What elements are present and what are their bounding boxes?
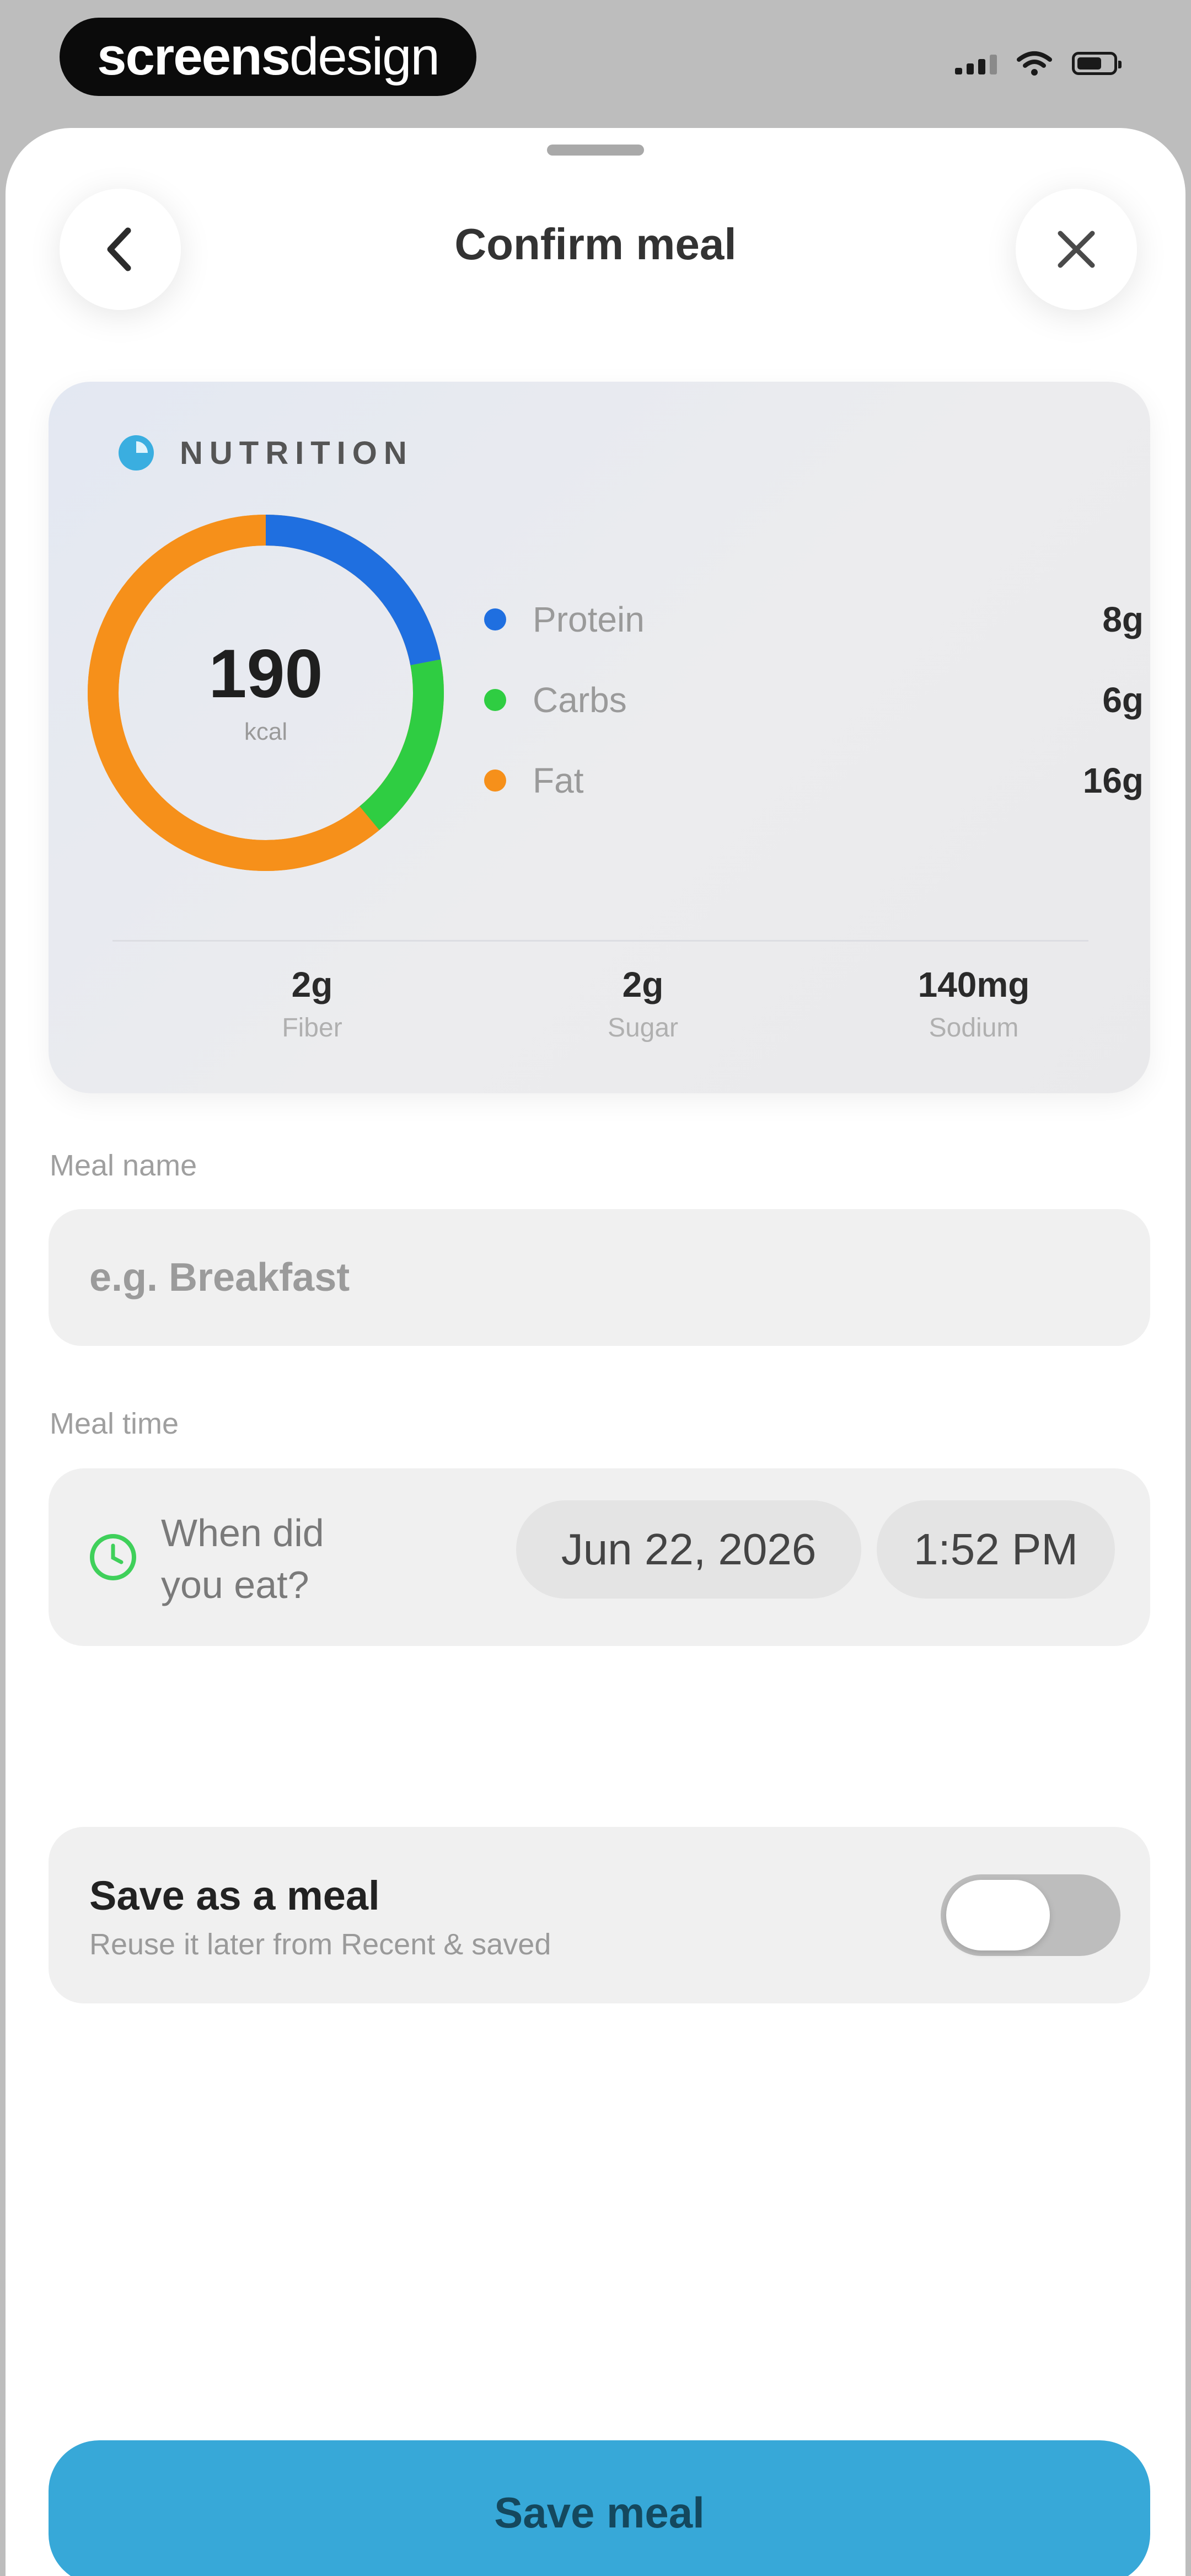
signal-icon [955, 52, 997, 74]
save-meal-button[interactable]: Save meal [49, 2440, 1150, 2576]
micro-label: Fiber [282, 1013, 342, 1043]
macro-label: Fat [533, 761, 584, 800]
macro-label: Carbs [533, 680, 627, 720]
date-picker-chip[interactable]: Jun 22, 2026 [516, 1500, 861, 1599]
brand-text-bold: screens [97, 27, 291, 86]
status-icons [955, 51, 1122, 76]
meal-time-card: When did you eat? Jun 22, 2026 1:52 PM [49, 1468, 1150, 1646]
calorie-value: 190 [208, 636, 323, 712]
meal-name-input[interactable] [49, 1209, 1150, 1346]
micro-label: Sugar [607, 1013, 679, 1043]
micro-fiber: 2g Fiber [174, 965, 450, 1043]
fat-dot-icon [484, 769, 506, 792]
calorie-ring: 190 kcal [84, 511, 448, 875]
macro-value: 16g [1082, 761, 1144, 800]
meal-name-label: Meal name [50, 1149, 197, 1182]
micro-sugar: 2g Sugar [505, 965, 781, 1043]
wifi-icon [1017, 51, 1052, 76]
macro-list: Protein 8g Carbs 6g Fat 16g [484, 579, 1144, 821]
macro-value: 8g [1102, 600, 1144, 639]
carbs-dot-icon [484, 689, 506, 711]
page-title: Confirm meal [454, 220, 737, 269]
meal-time-label: Meal time [50, 1407, 179, 1440]
protein-dot-icon [484, 608, 506, 630]
save-as-meal-subtitle: Reuse it later from Recent & saved [89, 1928, 551, 1961]
confirm-meal-sheet: Confirm meal NUTRITION 190 kcal Protein … [6, 128, 1185, 2576]
toggle-knob [946, 1880, 1050, 1950]
nutrition-card: NUTRITION 190 kcal Protein 8g Carbs 6g F… [49, 382, 1150, 1093]
meal-time-prompt: When did you eat? [161, 1511, 324, 1606]
micro-value: 2g [622, 965, 664, 1004]
save-as-meal-toggle[interactable] [941, 1874, 1120, 1956]
card-divider [112, 940, 1088, 942]
macro-label: Protein [533, 600, 645, 639]
status-bar: screensdesign [0, 0, 1191, 121]
sheet-grabber[interactable] [547, 145, 644, 156]
macro-row-fat: Fat 16g [484, 740, 1144, 821]
close-icon [1058, 231, 1095, 268]
micro-label: Sodium [929, 1013, 1019, 1043]
time-picker-chip[interactable]: 1:52 PM [877, 1500, 1115, 1599]
nutrition-section-label: NUTRITION [180, 435, 414, 471]
brand-text-light: design [289, 27, 440, 86]
save-as-meal-card: Save as a meal Reuse it later from Recen… [49, 1827, 1150, 2003]
nutrition-icon [119, 435, 154, 471]
close-button[interactable] [1016, 189, 1137, 310]
macro-row-carbs: Carbs 6g [484, 660, 1144, 740]
micro-value: 140mg [918, 965, 1030, 1004]
macro-row-protein: Protein 8g [484, 579, 1144, 660]
micro-sodium: 140mg Sodium [836, 965, 1112, 1043]
clock-icon [88, 1532, 138, 1582]
nutrition-header: NUTRITION [117, 434, 414, 472]
calorie-unit: kcal [244, 718, 288, 745]
save-as-meal-title: Save as a meal [89, 1873, 380, 1918]
micro-value: 2g [291, 965, 333, 1004]
brand-logo: screensdesign [60, 18, 476, 96]
battery-icon [1072, 52, 1122, 75]
macro-value: 6g [1102, 680, 1144, 720]
